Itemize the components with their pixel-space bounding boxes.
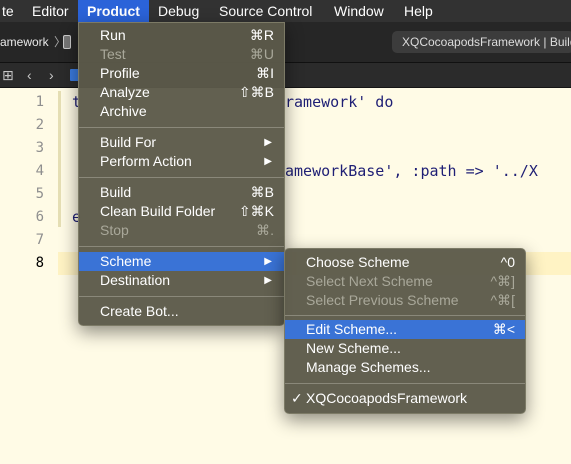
menu-separator [79, 177, 284, 178]
menu-source-control[interactable]: Source Control [219, 0, 312, 22]
menu-item-build-for[interactable]: Build For ▶ [79, 133, 284, 152]
menu-separator [79, 296, 284, 297]
menu-item-analyze[interactable]: Analyze ⇧⌘B [79, 83, 284, 102]
menu-item-clean-build-folder[interactable]: Clean Build Folder ⇧⌘K [79, 202, 284, 221]
activity-viewer: XQCocoapodsFramework | Build [392, 31, 571, 53]
line-number: 2 [35, 117, 44, 133]
product-menu: Run ⌘R Test ⌘U Profile ⌘I Analyze ⇧⌘B Ar… [78, 22, 285, 326]
line-number: 7 [35, 232, 44, 248]
menu-item-label: Edit Scheme... [306, 321, 398, 337]
menu-item-label: XQCocoapodsFramework [306, 390, 468, 406]
line-number-current: 8 [35, 255, 44, 271]
menu-item-label: Profile [100, 65, 140, 81]
menu-separator [285, 383, 525, 384]
line-number-gutter: 1 2 3 4 5 6 7 8 [0, 88, 58, 464]
grid-icon[interactable]: ⊞ [2, 63, 14, 87]
checkmark-icon: ✓ [291, 390, 303, 406]
menu-item-label: Choose Scheme [306, 254, 410, 270]
menu-item-shortcut: ⌘U [249, 46, 274, 62]
menu-item-label: Run [100, 27, 126, 43]
menu-item-shortcut: ^0 [500, 254, 515, 270]
menu-item-label: Create Bot... [100, 303, 179, 319]
menu-item-label: New Scheme... [306, 340, 401, 356]
menu-item-choose-scheme[interactable]: Choose Scheme ^0 [285, 253, 525, 272]
menu-item-shortcut: ⌘R [249, 27, 274, 43]
menu-separator [79, 246, 284, 247]
menu-item-select-next-scheme[interactable]: Select Next Scheme ^⌘] [285, 272, 525, 291]
code-line-1-tail[interactable]: ramework' do [285, 91, 393, 114]
line-number: 1 [35, 94, 44, 110]
menu-item-build[interactable]: Build ⌘B [79, 183, 284, 202]
menu-item-label: Archive [100, 103, 147, 119]
forward-arrow-icon[interactable]: › [49, 63, 54, 87]
line-number: 6 [35, 209, 44, 225]
menu-item-label: Manage Schemes... [306, 359, 431, 375]
menu-title-truncated[interactable]: te [0, 0, 22, 22]
menu-item-shortcut: ⌘B [250, 184, 274, 200]
back-arrow-icon[interactable]: ‹ [27, 63, 32, 87]
submenu-arrow-icon: ▶ [264, 137, 272, 148]
code-line-4-tail[interactable]: ameworkBase', :path => '../X [285, 160, 538, 183]
menu-separator [79, 127, 284, 128]
scheme-name: amework [0, 35, 49, 49]
menu-window[interactable]: Window [334, 0, 384, 22]
menu-bar: te Editor Product Debug Source Control W… [0, 0, 571, 22]
menu-product[interactable]: Product [78, 0, 149, 22]
menu-item-shortcut: ⌘I [256, 65, 274, 81]
menu-item-label: Scheme [100, 253, 152, 269]
submenu-arrow-icon: ▶ [264, 275, 272, 286]
line-number: 4 [35, 163, 44, 179]
device-icon[interactable] [63, 35, 71, 49]
menu-editor[interactable]: Editor [32, 0, 69, 22]
menu-separator [285, 315, 525, 316]
menu-item-perform-action[interactable]: Perform Action ▶ [79, 152, 284, 171]
menu-item-label: Clean Build Folder [100, 203, 216, 219]
menu-item-test[interactable]: Test ⌘U [79, 45, 284, 64]
menu-item-shortcut: ⇧⌘B [238, 84, 274, 100]
menu-item-select-previous-scheme[interactable]: Select Previous Scheme ^⌘[ [285, 291, 525, 310]
menu-item-label: Stop [100, 222, 129, 238]
line-number: 5 [35, 186, 44, 202]
menu-item-stop[interactable]: Stop ⌘. [79, 221, 284, 240]
menu-item-edit-scheme[interactable]: Edit Scheme... ⌘< [285, 320, 525, 339]
submenu-arrow-icon: ▶ [264, 256, 272, 267]
menu-item-destination[interactable]: Destination ▶ [79, 271, 284, 290]
menu-item-label: Select Next Scheme [306, 273, 433, 289]
line-number: 3 [35, 140, 44, 156]
menu-item-label: Test [100, 46, 126, 62]
menu-item-label: Build [100, 184, 132, 200]
menu-item-new-scheme[interactable]: New Scheme... [285, 339, 525, 358]
menu-item-label: Build For [100, 134, 157, 150]
menu-item-label: Analyze [100, 84, 150, 100]
menu-item-scheme-xqcocoapodsframework[interactable]: ✓ XQCocoapodsFramework [285, 389, 525, 408]
menu-debug[interactable]: Debug [158, 0, 199, 22]
menu-item-label: Select Previous Scheme [306, 292, 459, 308]
menu-item-shortcut: ⌘. [256, 222, 274, 238]
menu-item-archive[interactable]: Archive [79, 102, 284, 121]
menu-item-shortcut: ⇧⌘K [238, 203, 274, 219]
menu-item-profile[interactable]: Profile ⌘I [79, 64, 284, 83]
menu-item-shortcut: ^⌘[ [490, 292, 515, 308]
scheme-submenu: Choose Scheme ^0 Select Next Scheme ^⌘] … [284, 248, 526, 414]
menu-item-label: Perform Action [100, 153, 192, 169]
submenu-arrow-icon: ▶ [264, 156, 272, 167]
menu-item-label: Destination [100, 272, 171, 288]
scheme-selector[interactable]: amework 〉 [0, 32, 66, 52]
menu-help[interactable]: Help [404, 0, 433, 22]
menu-item-shortcut: ^⌘] [490, 273, 515, 289]
menu-item-run[interactable]: Run ⌘R [79, 26, 284, 45]
menu-item-shortcut: ⌘< [492, 321, 515, 337]
code-fold-ribbon[interactable] [58, 91, 61, 227]
menu-item-create-bot[interactable]: Create Bot... [79, 302, 284, 321]
menu-item-scheme[interactable]: Scheme ▶ [79, 252, 284, 271]
menu-item-manage-schemes[interactable]: Manage Schemes... [285, 358, 525, 377]
